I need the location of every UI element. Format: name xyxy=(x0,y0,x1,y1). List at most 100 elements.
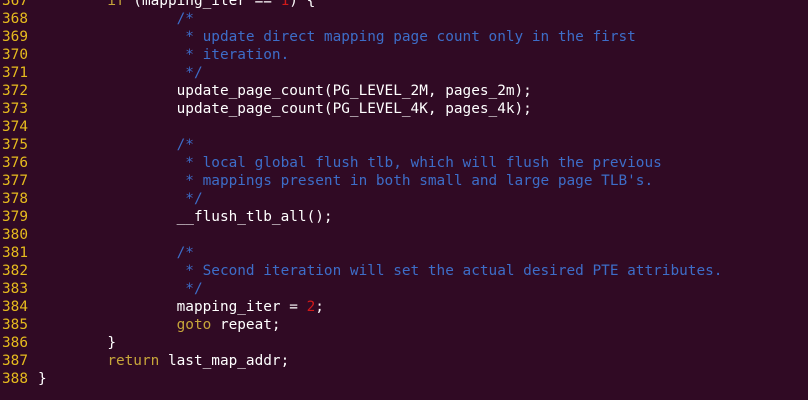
code-editor[interactable]: 367 if (mapping_iter == 1) {368 /* 369 * … xyxy=(0,0,808,400)
line-number: 376 xyxy=(2,155,28,171)
line-number: 377 xyxy=(2,173,28,189)
code-text: __flush_tlb_all(); xyxy=(38,208,333,226)
code-line[interactable]: 370 * iteration. xyxy=(0,46,808,64)
code-line[interactable]: 375 /* xyxy=(0,136,808,154)
code-line[interactable]: 374 xyxy=(0,118,808,136)
line-number: 378 xyxy=(2,191,28,207)
code-text: */ xyxy=(38,190,203,208)
line-number: 384 xyxy=(2,299,28,315)
comment-token: * local global flush tlb, which will flu… xyxy=(176,155,662,171)
comment-token: * mappings present in both small and lar… xyxy=(176,173,654,189)
line-number: 369 xyxy=(2,29,28,45)
code-text: * iteration. xyxy=(38,46,289,64)
code-text: * mappings present in both small and lar… xyxy=(38,172,653,190)
keyword-token: if xyxy=(107,0,125,9)
number-literal: 1 xyxy=(280,0,290,9)
number-literal: 2 xyxy=(306,299,316,315)
code-line[interactable]: 380 xyxy=(0,226,808,244)
code-text: /* xyxy=(38,136,194,154)
code-token: mapping_iter = xyxy=(176,299,307,315)
code-text: /* xyxy=(38,10,194,28)
code-line[interactable]: 376 * local global flush tlb, which will… xyxy=(0,154,808,172)
line-number: 388 xyxy=(2,371,28,387)
keyword-token: goto xyxy=(176,317,212,333)
line-number: 367 xyxy=(2,0,28,9)
code-line[interactable]: 367 if (mapping_iter == 1) { xyxy=(0,0,808,10)
code-line[interactable]: 371 */ xyxy=(0,64,808,82)
code-text: update_page_count(PG_LEVEL_2M, pages_2m)… xyxy=(38,82,532,100)
code-line[interactable]: 386 } xyxy=(0,334,808,352)
code-line[interactable]: 383 */ xyxy=(0,280,808,298)
code-line[interactable]: 384 mapping_iter = 2; xyxy=(0,298,808,316)
comment-token: /* xyxy=(176,245,194,261)
code-token: } xyxy=(38,371,47,387)
code-line[interactable]: 385 goto repeat; xyxy=(0,316,808,334)
code-line[interactable]: 377 * mappings present in both small and… xyxy=(0,172,808,190)
code-text: } xyxy=(38,334,116,352)
code-line[interactable]: 387 return last_map_addr; xyxy=(0,352,808,370)
code-line[interactable]: 379 __flush_tlb_all(); xyxy=(0,208,808,226)
code-text: */ xyxy=(38,64,203,82)
line-number: 383 xyxy=(2,281,28,297)
code-text: /* xyxy=(38,244,194,262)
code-text: * Second iteration will set the actual d… xyxy=(38,262,722,280)
code-text: * update direct mapping page count only … xyxy=(38,28,636,46)
code-text: return last_map_addr; xyxy=(38,352,289,370)
code-text: } xyxy=(38,370,47,388)
code-line[interactable]: 372 update_page_count(PG_LEVEL_2M, pages… xyxy=(0,82,808,100)
code-line[interactable]: 373 update_page_count(PG_LEVEL_4K, pages… xyxy=(0,100,808,118)
line-number: 381 xyxy=(2,245,28,261)
code-token: ) { xyxy=(289,0,316,9)
code-line[interactable]: 381 /* xyxy=(0,244,808,262)
line-number: 371 xyxy=(2,65,28,81)
code-token: last_map_addr; xyxy=(159,353,290,369)
comment-token: /* xyxy=(176,11,194,27)
code-line[interactable]: 369 * update direct mapping page count o… xyxy=(0,28,808,46)
code-token: repeat; xyxy=(211,317,281,333)
code-text: if (mapping_iter == 1) { xyxy=(38,0,315,10)
code-line[interactable]: 378 */ xyxy=(0,190,808,208)
comment-token: */ xyxy=(176,191,203,207)
code-line[interactable]: 388} xyxy=(0,370,808,388)
code-text: update_page_count(PG_LEVEL_4K, pages_4k)… xyxy=(38,100,532,118)
code-token: (mapping_iter == xyxy=(124,0,281,9)
line-number: 385 xyxy=(2,317,28,333)
code-lines: 367 if (mapping_iter == 1) {368 /* 369 * … xyxy=(0,0,808,388)
code-token: } xyxy=(107,335,116,351)
line-number: 374 xyxy=(2,119,28,135)
comment-token: * update direct mapping page count only … xyxy=(176,29,636,45)
comment-token: /* xyxy=(176,137,194,153)
code-line[interactable]: 382 * Second iteration will set the actu… xyxy=(0,262,808,280)
comment-token: * Second iteration will set the actual d… xyxy=(176,263,723,279)
comment-token: */ xyxy=(176,281,203,297)
code-text: * local global flush tlb, which will flu… xyxy=(38,154,662,172)
code-token: ; xyxy=(315,299,324,315)
keyword-token: return xyxy=(107,353,160,369)
code-line[interactable]: 368 /* xyxy=(0,10,808,28)
code-token: update_page_count(PG_LEVEL_4K, pages_4k)… xyxy=(176,101,532,117)
code-token: __flush_tlb_all(); xyxy=(176,209,333,225)
code-text: mapping_iter = 2; xyxy=(38,298,324,316)
comment-token: */ xyxy=(176,65,203,81)
line-number: 373 xyxy=(2,101,28,117)
line-number: 380 xyxy=(2,227,28,243)
code-text: */ xyxy=(38,280,203,298)
line-number: 368 xyxy=(2,11,28,27)
